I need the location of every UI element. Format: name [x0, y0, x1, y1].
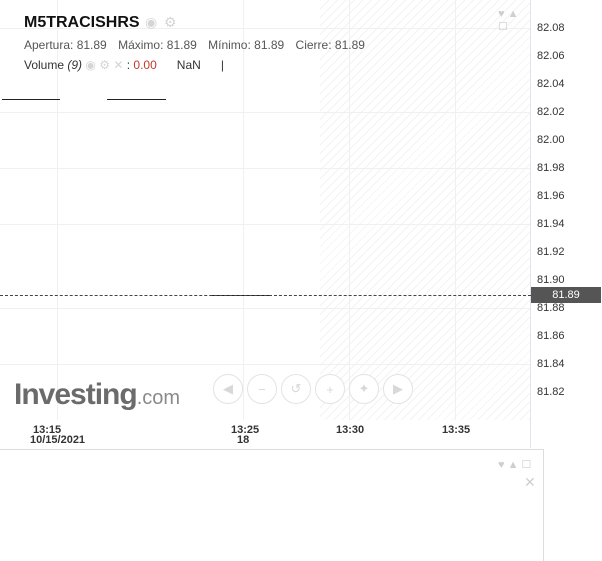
y-tick: 82.00: [537, 134, 565, 146]
gear-icon[interactable]: ⚙: [99, 58, 110, 72]
ohlc-legend: Apertura: 81.89 Máximo: 81.89 Mínimo: 81…: [24, 38, 373, 52]
grid-line: [243, 0, 244, 420]
volume-label: Volume: [24, 58, 65, 72]
price-axis[interactable]: 82.08 82.06 82.04 82.02 82.00 81.98 81.9…: [531, 0, 602, 448]
y-tick: 81.84: [537, 358, 565, 370]
grid-line: [0, 308, 530, 309]
reset-icon[interactable]: ↺: [281, 374, 311, 404]
chart-pane[interactable]: M5TRACISHRS ◉ ⚙ Apertura: 81.89 Máximo: …: [0, 0, 531, 448]
eye-icon[interactable]: ◉: [85, 58, 95, 72]
logo-suffix: .com: [136, 387, 181, 409]
y-tick: 82.04: [537, 78, 565, 90]
future-area-hatch: [320, 0, 530, 420]
volume-nan: NaN: [176, 58, 201, 72]
open-label: Apertura:: [24, 38, 74, 52]
investing-logo: Investing.com: [14, 378, 180, 412]
volume-legend: Volume (9) ◉ ⚙ ✕ : 0.00 NaN |: [24, 58, 224, 72]
y-tick: 81.88: [537, 302, 565, 314]
y-tick: 82.08: [537, 22, 565, 34]
high-value: 81.89: [166, 38, 197, 52]
arrow-right-icon[interactable]: ▶: [383, 374, 413, 404]
close-value: 81.89: [334, 38, 365, 52]
volume-param: (9): [67, 58, 83, 72]
grid-line: [455, 0, 456, 420]
indicator-pane[interactable]: ♥ ▲ ☐ ✕: [0, 449, 544, 561]
volume-separator: |: [220, 58, 224, 72]
chart-pane-controls[interactable]: ♥ ▲ ☐: [498, 8, 530, 33]
y-tick: 81.90: [537, 274, 565, 286]
zoom-in-icon[interactable]: +: [315, 374, 345, 404]
y-tick: 81.98: [537, 162, 565, 174]
y-tick: 81.82: [537, 386, 565, 398]
fit-icon[interactable]: ✦: [349, 374, 379, 404]
y-tick: 81.96: [537, 190, 565, 202]
arrow-left-icon[interactable]: ◀: [213, 374, 243, 404]
chart-navigation: ◀ − ↺ + ✦ ▶: [213, 374, 413, 404]
close-label: Cierre:: [295, 38, 332, 52]
low-label: Mínimo:: [208, 38, 251, 52]
current-price-label: 81.89: [531, 287, 601, 303]
logo-main: Investing: [14, 378, 138, 411]
grid-line: [0, 112, 530, 113]
high-label: Máximo:: [118, 38, 164, 52]
volume-bar: [107, 99, 166, 100]
y-tick: 81.92: [537, 246, 565, 258]
grid-line: [0, 168, 530, 169]
close-icon[interactable]: ✕: [524, 474, 536, 491]
current-price-line: [0, 295, 531, 296]
x-tick-date: 10/15/2021: [30, 434, 86, 446]
open-value: 81.89: [76, 38, 107, 52]
y-tick: 81.86: [537, 330, 565, 342]
gear-icon[interactable]: ⚙: [164, 14, 177, 31]
eye-icon[interactable]: ◉: [145, 14, 157, 31]
pane-controls[interactable]: ♥ ▲ ☐: [498, 458, 531, 471]
zoom-out-icon[interactable]: −: [247, 374, 277, 404]
volume-value: 0.00: [133, 58, 157, 72]
x-tick: 13:35: [442, 424, 471, 436]
grid-line: [0, 364, 530, 365]
grid-line: [349, 0, 350, 420]
y-tick: 81.94: [537, 218, 565, 230]
low-value: 81.89: [254, 38, 285, 52]
close-icon[interactable]: ✕: [113, 58, 123, 72]
x-tick-date: 18: [237, 434, 250, 446]
x-tick: 13:30: [336, 424, 365, 436]
y-tick: 82.02: [537, 106, 565, 118]
grid-line: [0, 224, 530, 225]
volume-bar: [2, 99, 60, 100]
y-tick: 82.06: [537, 50, 565, 62]
symbol-title: M5TRACISHRS: [24, 14, 140, 31]
